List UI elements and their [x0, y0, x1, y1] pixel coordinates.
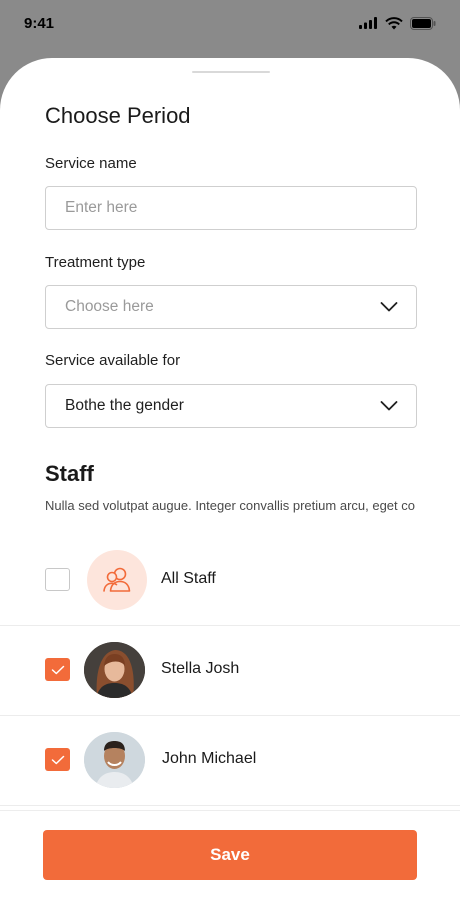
service-name-input[interactable]: Enter here — [45, 186, 417, 230]
treatment-type-select[interactable]: Choose here — [45, 285, 417, 329]
wifi-icon — [385, 16, 403, 29]
check-icon — [51, 665, 64, 674]
staff-description: Nulla sed volutpat augue. Integer conval… — [45, 498, 415, 513]
page-title: Choose Period — [45, 103, 191, 128]
save-button[interactable]: Save — [43, 830, 417, 880]
battery-icon — [410, 16, 436, 30]
users-icon — [103, 567, 131, 592]
staff-name: Stella Josh — [161, 660, 240, 677]
treatment-type-label: Treatment type — [45, 254, 146, 271]
staff-checkbox[interactable] — [45, 748, 70, 771]
avatar-photo — [84, 732, 145, 788]
treatment-type-placeholder: Choose here — [65, 298, 154, 315]
staff-row-all[interactable]: All Staff — [0, 535, 460, 625]
footer-divider — [0, 810, 460, 811]
chevron-down-icon — [380, 302, 398, 312]
status-time: 9:41 — [24, 14, 55, 32]
avatar — [84, 642, 145, 698]
staff-checkbox[interactable] — [45, 568, 70, 591]
avatar — [84, 732, 145, 788]
staff-name: All Staff — [161, 570, 216, 587]
chevron-down-icon — [380, 401, 398, 411]
service-available-label: Service available for — [45, 352, 181, 369]
status-bar: 9:41 — [0, 0, 460, 52]
all-staff-avatar — [87, 550, 147, 610]
avatar-photo — [84, 642, 145, 698]
service-available-value: Bothe the gender — [65, 397, 184, 414]
service-available-select[interactable]: Bothe the gender — [45, 384, 417, 428]
sheet-grabber[interactable] — [192, 71, 270, 73]
signal-icon — [359, 17, 377, 29]
service-name-placeholder: Enter here — [65, 199, 138, 216]
staff-row-stella[interactable]: Stella Josh — [0, 625, 460, 715]
staff-name: John Michael — [162, 750, 257, 767]
check-icon — [51, 755, 64, 764]
staff-section-title: Staff — [45, 461, 94, 486]
status-icons — [359, 16, 436, 30]
service-name-label: Service name — [45, 155, 137, 172]
bottom-sheet: Choose Period Service name Enter here Tr… — [0, 58, 460, 900]
row-divider — [0, 805, 460, 806]
staff-row-john[interactable]: John Michael — [0, 715, 460, 805]
staff-checkbox[interactable] — [45, 658, 70, 681]
